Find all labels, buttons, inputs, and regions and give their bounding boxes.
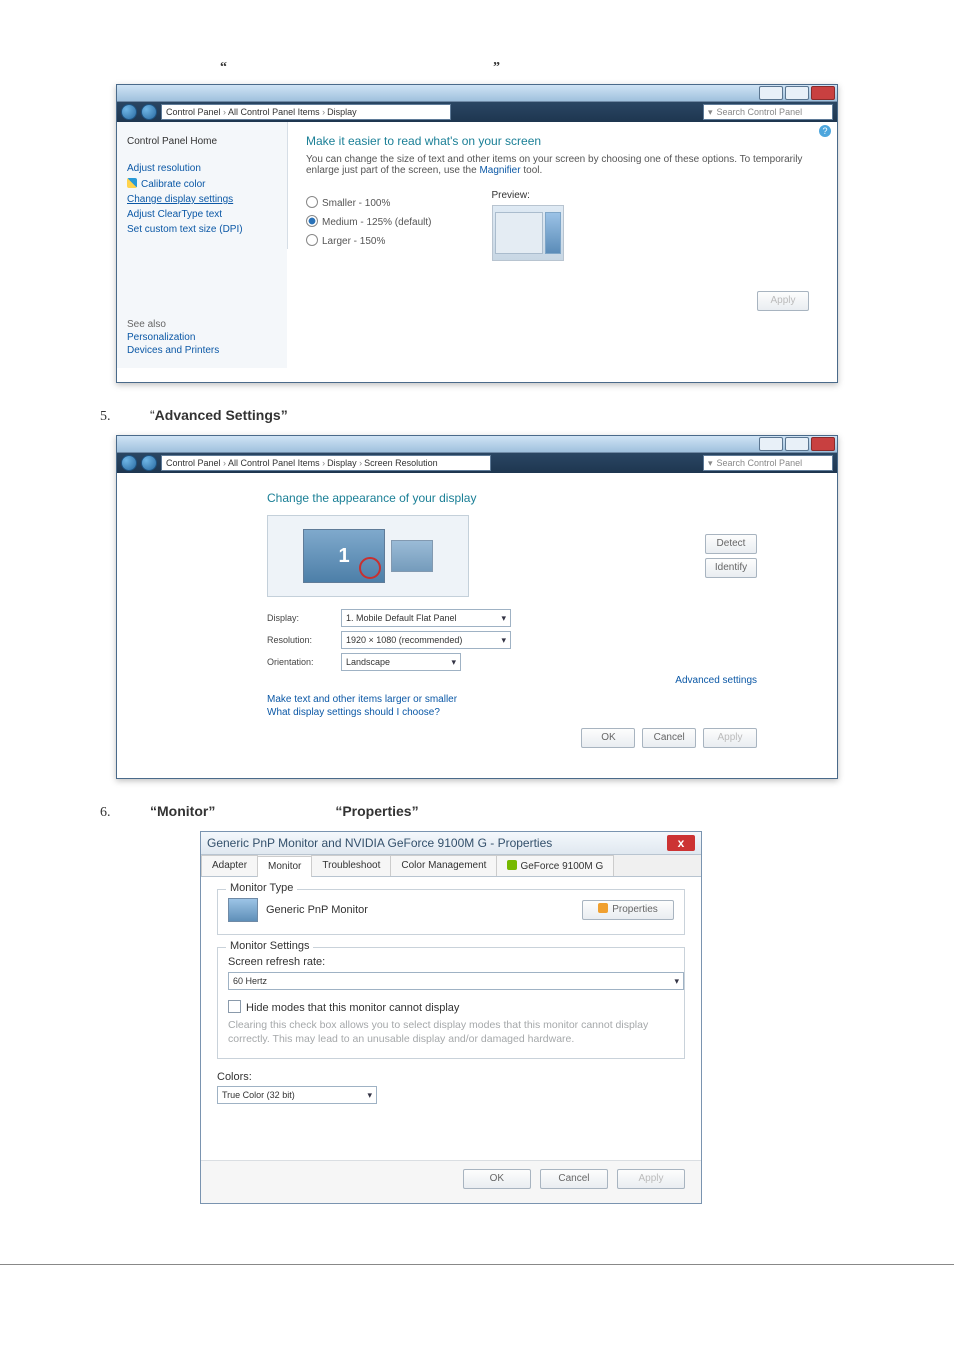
properties-icon — [598, 903, 608, 913]
main-panel: Change the appearance of your display 1 … — [117, 473, 837, 778]
tab-geforce[interactable]: GeForce 9100M G — [496, 855, 614, 876]
address-bar: Control Panel All Control Panel Items Di… — [117, 453, 837, 473]
refresh-label: Screen refresh rate: — [228, 956, 674, 968]
apply-button[interactable]: Apply — [617, 1169, 685, 1189]
text-size-link[interactable]: Make text and other items larger or smal… — [267, 694, 757, 705]
max-button[interactable] — [785, 86, 809, 100]
screen-resolution-window: Control Panel All Control Panel Items Di… — [116, 435, 838, 779]
shield-icon — [127, 178, 137, 188]
nav-fwd-icon[interactable] — [141, 104, 157, 120]
cancel-button[interactable]: Cancel — [642, 728, 696, 748]
checkbox-icon — [228, 1000, 241, 1013]
tab-troubleshoot[interactable]: Troubleshoot — [311, 855, 391, 876]
max-button[interactable] — [785, 437, 809, 451]
tab-adapter[interactable]: Adapter — [201, 855, 258, 876]
main-panel: Make it easier to read what's on your sc… — [288, 122, 837, 382]
close-button[interactable] — [811, 86, 835, 100]
orientation-combo[interactable]: Landscape▾ — [341, 653, 461, 671]
monitor-icon — [228, 898, 258, 922]
orientation-label: Orientation: — [267, 657, 327, 667]
resolution-label: Resolution: — [267, 635, 327, 645]
preview-label: Preview: — [492, 190, 564, 201]
monitor-type-group: Monitor Type Generic PnP Monitor Propert… — [217, 889, 685, 935]
ok-button[interactable]: OK — [463, 1169, 531, 1189]
sidebar-item[interactable]: Adjust resolution — [127, 163, 277, 174]
display-label: Display: — [267, 613, 327, 623]
dialog-tabs: Adapter Monitor Troubleshoot Color Manag… — [201, 855, 701, 877]
cancel-button[interactable]: Cancel — [540, 1169, 608, 1189]
page-title: Make it easier to read what's on your sc… — [306, 134, 819, 148]
colors-combo[interactable]: True Color (32 bit)▾ — [217, 1086, 377, 1104]
colors-label: Colors: — [217, 1071, 685, 1083]
monitor-1[interactable]: 1 — [303, 529, 385, 583]
hide-modes-hint: Clearing this check box allows you to se… — [228, 1018, 674, 1046]
nvidia-icon — [507, 860, 517, 870]
dialog-title: Generic PnP Monitor and NVIDIA GeForce 9… — [201, 832, 701, 855]
titlebar — [117, 436, 837, 453]
which-settings-link[interactable]: What display settings should I choose? — [267, 707, 757, 718]
monitor-name: Generic PnP Monitor — [266, 904, 368, 916]
monitor-2[interactable] — [391, 540, 433, 572]
seealso-header: See also — [127, 319, 277, 330]
page-desc: You can change the size of text and othe… — [306, 154, 819, 176]
tab-monitor[interactable]: Monitor — [257, 856, 312, 877]
apply-button[interactable]: Apply — [757, 291, 809, 311]
close-button[interactable] — [811, 437, 835, 451]
size-option-small[interactable]: Smaller - 100% — [306, 196, 432, 209]
sidebar-item[interactable]: Change display settings — [127, 194, 277, 205]
detect-button[interactable]: Detect — [705, 534, 757, 554]
nav-fwd-icon[interactable] — [141, 455, 157, 471]
search-input[interactable]: ▾ Search Control Panel — [703, 104, 833, 120]
highlight-circle-icon — [359, 557, 381, 579]
refresh-combo[interactable]: 60 Hertz▾ — [228, 972, 684, 990]
address-bar: Control Panel All Control Panel Items Di… — [117, 102, 837, 122]
ok-button[interactable]: OK — [581, 728, 635, 748]
breadcrumb[interactable]: Control Panel All Control Panel Items Di… — [161, 104, 451, 120]
sidebar-footer: See also Personalization Devices and Pri… — [117, 249, 287, 368]
seealso-link[interactable]: Devices and Printers — [127, 345, 277, 356]
close-quote: ” — [493, 60, 500, 76]
open-quote: “ — [220, 60, 227, 76]
preview-area: Preview: — [492, 190, 564, 261]
chevron-down-icon: ▾ — [501, 613, 506, 624]
monitor-diagram[interactable]: 1 — [267, 515, 469, 597]
hide-modes-check[interactable]: Hide modes that this monitor cannot disp… — [228, 1000, 674, 1014]
preview-thumb — [492, 205, 564, 261]
chevron-down-icon: ▾ — [367, 1090, 372, 1101]
step-6: 6. “Monitor” “Properties” — [100, 803, 854, 821]
size-options: Smaller - 100% Medium - 125% (default) L… — [306, 190, 432, 261]
identify-button[interactable]: Identify — [705, 558, 757, 578]
magnifier-link[interactable]: Magnifier — [479, 165, 520, 176]
display-window: Control Panel All Control Panel Items Di… — [116, 84, 838, 383]
tab-color-management[interactable]: Color Management — [390, 855, 497, 876]
step-5: 5. “Advanced Settings” — [100, 407, 854, 425]
display-combo[interactable]: 1. Mobile Default Flat Panel▾ — [341, 609, 511, 627]
search-input[interactable]: ▾ Search Control Panel — [703, 455, 833, 471]
monitor-properties-dialog: Generic PnP Monitor and NVIDIA GeForce 9… — [200, 831, 702, 1204]
chevron-down-icon: ▾ — [451, 657, 456, 668]
properties-button[interactable]: Properties — [582, 900, 674, 920]
apply-button[interactable]: Apply — [703, 728, 757, 748]
min-button[interactable] — [759, 437, 783, 451]
seealso-link[interactable]: Personalization — [127, 332, 277, 343]
nav-back-icon[interactable] — [121, 455, 137, 471]
nav-back-icon[interactable] — [121, 104, 137, 120]
size-option-medium[interactable]: Medium - 125% (default) — [306, 215, 432, 228]
sidebar-item[interactable]: Set custom text size (DPI) — [127, 224, 277, 235]
sidebar-home[interactable]: Control Panel Home — [127, 136, 277, 147]
sidebar: Control Panel Home Adjust resolution Cal… — [117, 122, 288, 249]
advanced-settings-link[interactable]: Advanced settings — [267, 675, 757, 686]
monitor-settings-group: Monitor Settings Screen refresh rate: 60… — [217, 947, 685, 1059]
breadcrumb[interactable]: Control Panel All Control Panel Items Di… — [161, 455, 491, 471]
min-button[interactable] — [759, 86, 783, 100]
sidebar-item[interactable]: Adjust ClearType text — [127, 209, 277, 220]
sidebar-item[interactable]: Calibrate color — [127, 178, 277, 190]
chevron-down-icon: ▾ — [674, 976, 679, 987]
titlebar — [117, 85, 837, 102]
page-title: Change the appearance of your display — [267, 491, 757, 505]
resolution-combo[interactable]: 1920 × 1080 (recommended)▾ — [341, 631, 511, 649]
chevron-down-icon: ▾ — [501, 635, 506, 646]
close-icon[interactable]: x — [667, 835, 695, 851]
size-option-large[interactable]: Larger - 150% — [306, 234, 432, 247]
